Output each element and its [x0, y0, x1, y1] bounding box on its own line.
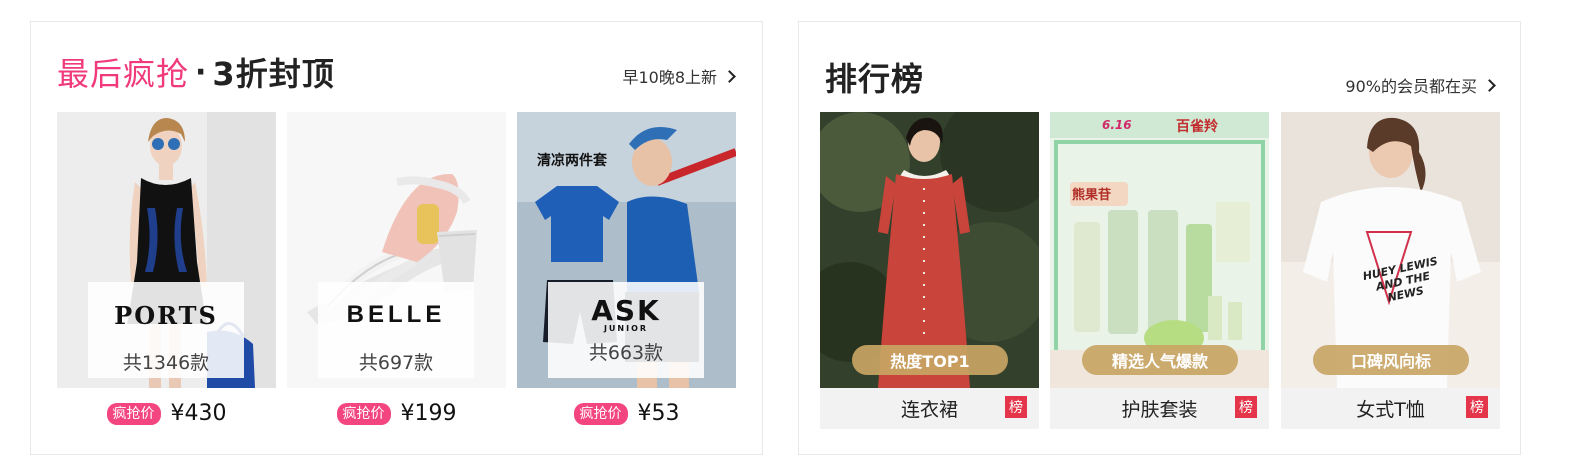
ranking-title: 排行榜: [825, 60, 925, 98]
rank-pill: 热度TOP1: [852, 345, 1008, 375]
flash-sale-title-accent: 最后疯抢: [57, 55, 190, 93]
rank-bar[interactable]: 护肤套装 榜: [1050, 388, 1269, 429]
rank-card-dress[interactable]: 热度TOP1 连衣裙 榜: [820, 112, 1039, 429]
flash-sale-title-main: 3折封顶: [212, 55, 335, 93]
brand-overlay: PORTS 共1346款: [88, 282, 244, 378]
member-favorites-label: 90%的会员都在买: [1345, 77, 1477, 96]
product-image-sandal[interactable]: BELLE 共697款: [287, 112, 506, 388]
rank-card-tshirt[interactable]: HUEY LEWIS AND THE NEWS 口碑风向标 女式T恤 榜: [1281, 112, 1500, 429]
deal-card-belle[interactable]: BELLE 共697款 疯抢价 ¥199: [287, 112, 506, 426]
price-value: ¥53: [637, 401, 680, 426]
deal-card-ports[interactable]: PORTS 共1346款 疯抢价 ¥430: [57, 112, 276, 426]
price-row: 疯抢价 ¥53: [517, 401, 736, 426]
product-image-skincare-set[interactable]: 6.16 百雀羚 熊果苷 精选人气爆款: [1050, 112, 1269, 388]
new-arrivals-link[interactable]: 早10晚8上新: [622, 64, 736, 88]
product-image-tshirt[interactable]: HUEY LEWIS AND THE NEWS 口碑风向标: [1281, 112, 1500, 388]
flash-price-tag: 疯抢价: [336, 402, 391, 425]
rank-card-skincare[interactable]: 6.16 百雀羚 熊果苷 精选人气爆款 护肤套装 榜: [1050, 112, 1269, 429]
item-count: 共697款: [358, 352, 434, 374]
category-name: 护肤套装: [1121, 399, 1198, 421]
rank-badge: 榜: [1466, 396, 1488, 418]
deal-card-ask[interactable]: 清凉两件套 ASK JUNIOR 共663款 疯抢价 ¥53: [517, 112, 736, 426]
item-count: 共663款: [588, 342, 664, 364]
category-name: 连衣裙: [900, 399, 958, 421]
flash-sale-title: 最后疯抢 · 3折封顶: [57, 52, 335, 94]
brand-logo-ask: ASK JUNIOR: [591, 293, 661, 333]
flash-price-tag: 疯抢价: [106, 402, 161, 425]
box-label: 熊果苷: [1072, 188, 1112, 203]
product-image-kids-set[interactable]: 清凉两件套 ASK JUNIOR 共663款: [517, 112, 736, 388]
price-value: ¥430: [170, 401, 227, 426]
banner-event: 6.16: [1102, 118, 1132, 132]
price-row: 疯抢价 ¥430: [57, 401, 276, 426]
brand-overlay: BELLE 共697款: [318, 282, 474, 378]
price-value: ¥199: [400, 401, 457, 426]
category-name: 女式T恤: [1356, 399, 1425, 421]
flash-price-tag: 疯抢价: [573, 402, 628, 425]
ranking-panel: 排行榜 90%的会员都在买 热度TOP1 连衣裙 榜 6.16 百雀羚 熊果苷 …: [798, 21, 1521, 455]
rank-pill: 精选人气爆款: [1082, 345, 1238, 375]
product-image-red-dress[interactable]: 热度TOP1: [820, 112, 1039, 388]
chevron-right-icon: [1483, 79, 1496, 92]
rank-badge: 榜: [1235, 396, 1257, 418]
flash-sale-panel: 最后疯抢 · 3折封顶 早10晚8上新 PORTS 共1346款 疯抢价 ¥43…: [30, 21, 763, 455]
member-favorites-link[interactable]: 90%的会员都在买: [1345, 73, 1496, 97]
item-count: 共1346款: [122, 352, 210, 374]
price-row: 疯抢价 ¥199: [287, 401, 506, 426]
product-image-dress[interactable]: PORTS 共1346款: [57, 112, 276, 388]
title-separator: ·: [195, 54, 207, 90]
rank-pill: 口碑风向标: [1313, 345, 1469, 375]
brand-logo-belle: BELLE: [346, 301, 446, 328]
rank-badge: 榜: [1005, 396, 1027, 418]
photo-caption: 清凉两件套: [537, 153, 607, 169]
banner-brand: 百雀羚: [1176, 119, 1218, 135]
brand-logo-ports: PORTS: [114, 300, 218, 330]
new-arrivals-label: 早10晚8上新: [622, 68, 717, 87]
rank-bar[interactable]: 连衣裙 榜: [820, 388, 1039, 429]
rank-bar[interactable]: 女式T恤 榜: [1281, 388, 1500, 429]
brand-overlay: ASK JUNIOR 共663款: [548, 282, 704, 378]
chevron-right-icon: [723, 70, 736, 83]
